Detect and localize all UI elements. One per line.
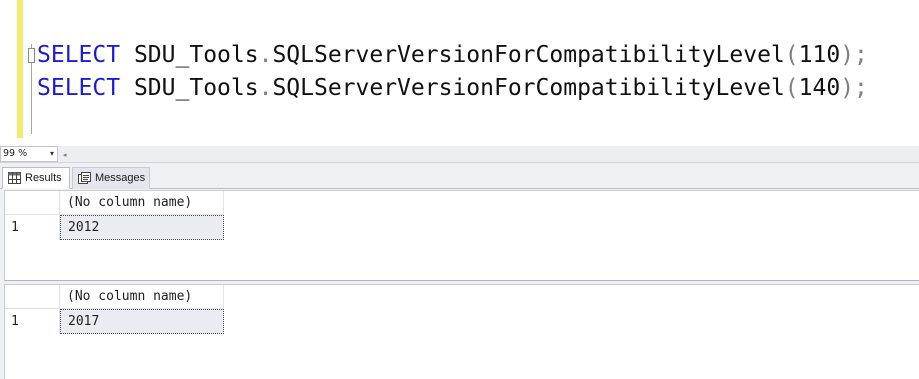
argument-value: 140 (798, 75, 841, 101)
grid-corner[interactable] (5, 191, 60, 215)
open-paren: ( (784, 42, 799, 68)
results-tab-strip: Results Messages (0, 163, 919, 189)
splitter-handle[interactable]: ◂ (60, 147, 71, 161)
chevron-down-icon: ▾ (49, 149, 54, 158)
column-header[interactable]: (No column name) (60, 285, 224, 309)
change-tracking-margin (17, 0, 23, 138)
code-line[interactable]: SELECT SDU_Tools.SQLServerVersionForComp… (37, 40, 868, 70)
results-grid[interactable]: (No column name) 1 2017 (4, 284, 919, 379)
schema-name: SDU_Tools (133, 42, 259, 68)
tab-messages[interactable]: Messages (72, 167, 150, 189)
zoom-level-value: 99 % (3, 148, 28, 159)
zoom-level-dropdown[interactable]: 99 % ▾ (0, 146, 58, 162)
grid-corner[interactable] (5, 285, 60, 309)
tab-results[interactable]: Results (2, 167, 70, 189)
close-paren-semicolon: ); (840, 75, 868, 101)
zoom-strip: 99 % ▾ ◂ (0, 146, 919, 163)
dot-operator: . (258, 42, 273, 68)
grid-cell[interactable]: 2012 (60, 215, 224, 240)
splitter-grip-icon: ◂ (63, 151, 67, 159)
sql-keyword: SELECT (37, 42, 121, 68)
column-header[interactable]: (No column name) (60, 191, 224, 215)
grid-header-row: (No column name) (5, 285, 224, 309)
grid-cell[interactable]: 2017 (60, 309, 224, 334)
results-pane: Results Messages (No column name) 1 2012… (0, 163, 919, 379)
tab-label: Results (25, 172, 62, 184)
row-number[interactable]: 1 (5, 215, 60, 240)
messages-icon (78, 172, 91, 184)
schema-name: SDU_Tools (133, 75, 259, 101)
sql-keyword: SELECT (37, 75, 121, 101)
dot-operator: . (258, 75, 273, 101)
row-number[interactable]: 1 (5, 309, 60, 334)
results-grid[interactable]: (No column name) 1 2012 (4, 190, 919, 281)
query-editor[interactable]: SELECT SDU_Tools.SQLServerVersionForComp… (0, 0, 919, 146)
outline-collapse-marker[interactable] (28, 48, 35, 63)
function-name: SQLServerVersionForCompatibilityLevel (272, 75, 785, 101)
grid-header-row: (No column name) (5, 191, 224, 215)
function-name: SQLServerVersionForCompatibilityLevel (272, 42, 785, 68)
code-line[interactable]: SELECT SDU_Tools.SQLServerVersionForComp… (37, 73, 868, 103)
close-paren-semicolon: ); (840, 42, 868, 68)
argument-value: 110 (798, 42, 841, 68)
tab-label: Messages (95, 172, 146, 184)
open-paren: ( (784, 75, 799, 101)
grid-icon (8, 172, 21, 184)
